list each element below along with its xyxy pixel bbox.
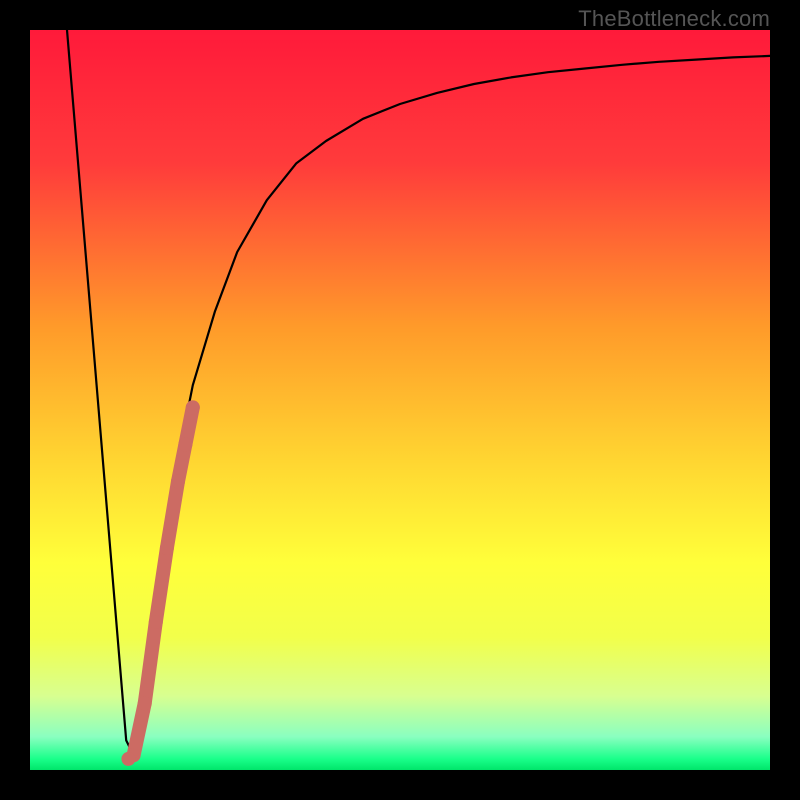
chart-frame: TheBottleneck.com — [0, 0, 800, 800]
highlight-segment — [127, 400, 200, 762]
highlight-anchor-dot — [121, 752, 135, 766]
plot-area — [30, 30, 770, 770]
chart-svg — [30, 30, 770, 770]
bottleneck-curve — [67, 30, 770, 755]
watermark-text: TheBottleneck.com — [578, 6, 770, 32]
